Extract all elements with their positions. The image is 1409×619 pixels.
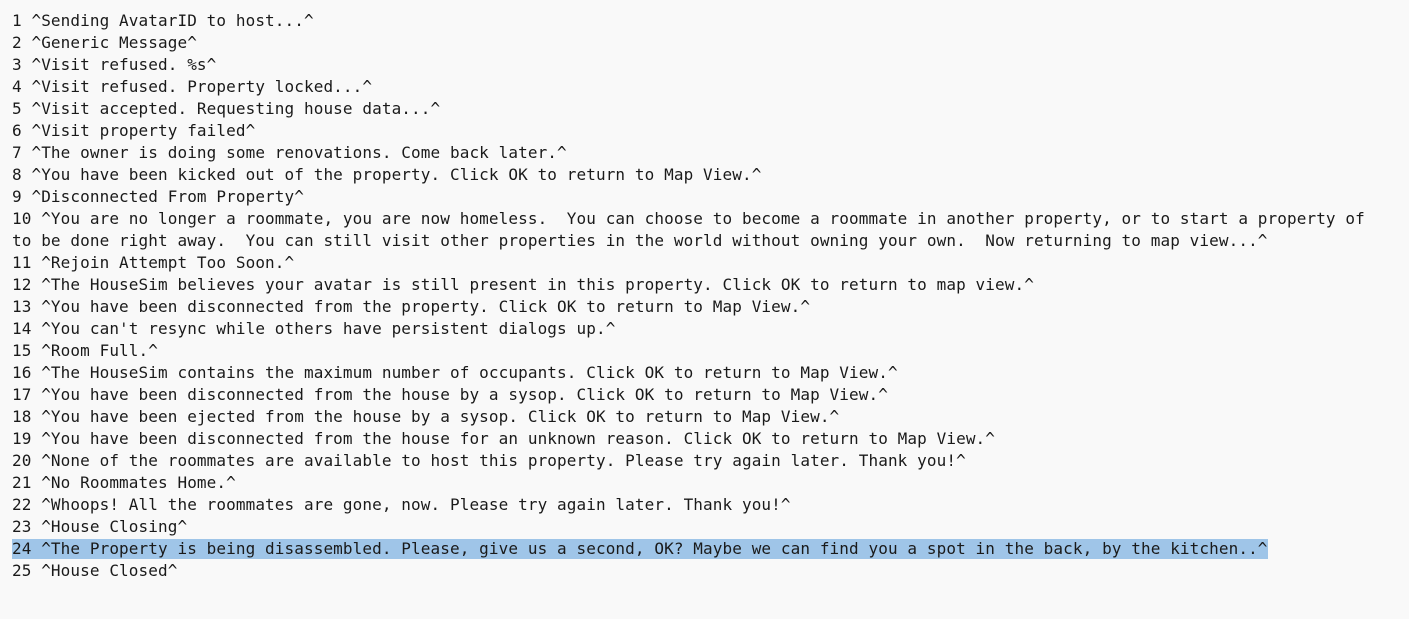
text-line[interactable]: 17 ^You have been disconnected from the … bbox=[12, 385, 888, 405]
text-line[interactable]: 11 ^Rejoin Attempt Too Soon.^ bbox=[12, 253, 294, 273]
text-line[interactable]: 21 ^No Roommates Home.^ bbox=[12, 473, 236, 493]
text-line[interactable]: 4 ^Visit refused. Property locked...^ bbox=[12, 77, 372, 97]
text-line[interactable]: 22 ^Whoops! All the roommates are gone, … bbox=[12, 495, 791, 515]
text-line[interactable]: 8 ^You have been kicked out of the prope… bbox=[12, 165, 761, 185]
text-line[interactable]: 10 ^You are no longer a roommate, you ar… bbox=[12, 209, 1365, 229]
text-line[interactable]: 13 ^You have been disconnected from the … bbox=[12, 297, 810, 317]
text-line[interactable]: 1 ^Sending AvatarID to host...^ bbox=[12, 11, 314, 31]
text-line[interactable]: 7 ^The owner is doing some renovations. … bbox=[12, 143, 567, 163]
text-editor[interactable]: 1 ^Sending AvatarID to host...^ 2 ^Gener… bbox=[0, 0, 1409, 619]
text-line-selected[interactable]: 24 ^The Property is being disassembled. … bbox=[12, 539, 1268, 559]
text-line[interactable]: 9 ^Disconnected From Property^ bbox=[12, 187, 304, 207]
text-line[interactable]: 23 ^House Closing^ bbox=[12, 517, 187, 537]
text-line[interactable]: 2 ^Generic Message^ bbox=[12, 33, 197, 53]
text-line[interactable]: 12 ^The HouseSim believes your avatar is… bbox=[12, 275, 1034, 295]
text-line[interactable]: 25 ^House Closed^ bbox=[12, 561, 177, 581]
text-line[interactable]: 14 ^You can't resync while others have p… bbox=[12, 319, 615, 339]
text-line[interactable]: 15 ^Room Full.^ bbox=[12, 341, 158, 361]
text-line[interactable]: 5 ^Visit accepted. Requesting house data… bbox=[12, 99, 440, 119]
text-line[interactable]: 20 ^None of the roommates are available … bbox=[12, 451, 966, 471]
text-line[interactable]: 3 ^Visit refused. %s^ bbox=[12, 55, 216, 75]
text-line-continuation[interactable]: to be done right away. You can still vis… bbox=[12, 231, 1268, 251]
text-line[interactable]: 19 ^You have been disconnected from the … bbox=[12, 429, 995, 449]
text-line[interactable]: 18 ^You have been ejected from the house… bbox=[12, 407, 839, 427]
text-line[interactable]: 16 ^The HouseSim contains the maximum nu… bbox=[12, 363, 898, 383]
text-line[interactable]: 6 ^Visit property failed^ bbox=[12, 121, 255, 141]
